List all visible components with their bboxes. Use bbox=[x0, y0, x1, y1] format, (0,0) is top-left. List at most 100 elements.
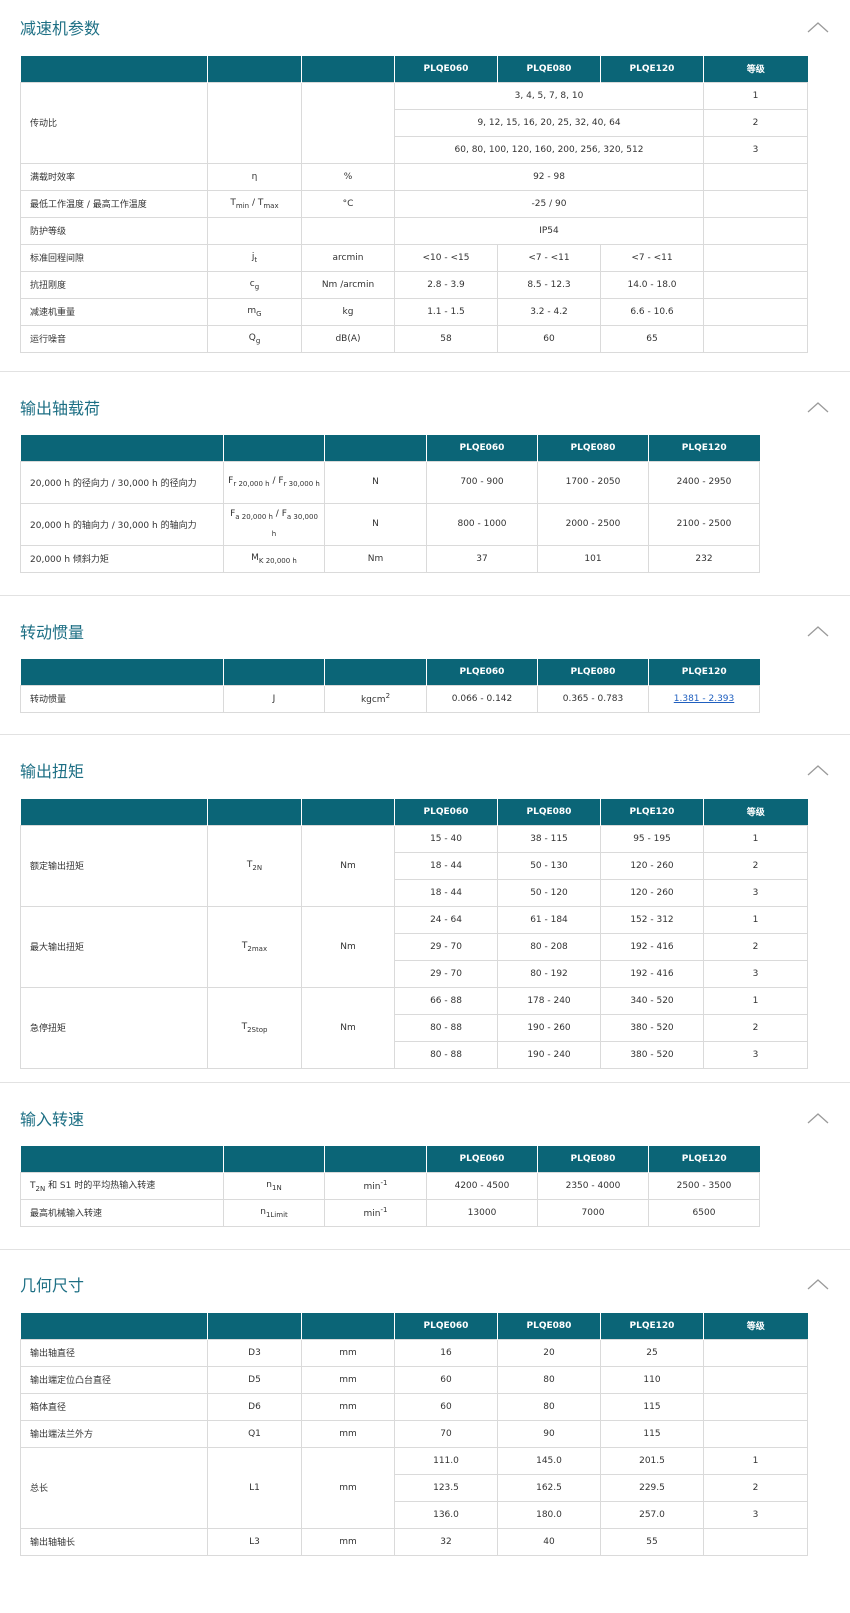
value-cell: 14.0 - 18.0 bbox=[600, 270, 704, 299]
value-cell: 6500 bbox=[648, 1198, 760, 1227]
value-cell: 50 - 130 bbox=[497, 851, 601, 880]
header-plqe060: PLQE060 bbox=[426, 659, 538, 685]
header-cell bbox=[207, 1313, 302, 1339]
header-cell bbox=[301, 799, 395, 825]
table-header-row: PLQE060 PLQE080 PLQE120 bbox=[20, 659, 760, 685]
row-label: 20,000 h 的轴向力 / 30,000 h 的轴向力 bbox=[20, 502, 224, 546]
row-label: 传动比 bbox=[20, 81, 208, 164]
symbol-cell: D5 bbox=[207, 1365, 302, 1394]
table-row: 运行噪音 Qg dB(A) 58 60 65 bbox=[20, 324, 808, 353]
params-table: PLQE060 PLQE080 PLQE120 等级 传动比 3, 4, 5, … bbox=[20, 56, 808, 353]
unit-cell: mm bbox=[301, 1392, 395, 1421]
value-cell: 95 - 195 bbox=[600, 824, 704, 853]
unit-cell: Nm bbox=[301, 986, 395, 1069]
value-cell: 136.0 bbox=[394, 1500, 498, 1529]
value-cell: 13000 bbox=[426, 1198, 538, 1227]
value-cell: 24 - 64 bbox=[394, 905, 498, 934]
section-title: 减速机参数 bbox=[20, 19, 101, 38]
table-header-row: PLQE060 PLQE080 PLQE120 bbox=[20, 435, 760, 461]
header-plqe060: PLQE060 bbox=[394, 1313, 498, 1339]
row-label: T2N 和 S1 时的平均热输入转速 bbox=[20, 1171, 224, 1200]
chevron-up-icon[interactable] bbox=[806, 400, 830, 414]
header-cell bbox=[20, 1313, 208, 1339]
value-cell: 152 - 312 bbox=[600, 905, 704, 934]
symbol-cell: mG bbox=[207, 297, 302, 326]
chevron-up-icon[interactable] bbox=[806, 763, 830, 777]
value-cell: <7 - <11 bbox=[497, 243, 601, 272]
symbol-cell: Tmin / Tmax bbox=[207, 189, 302, 218]
unit-cell: mm bbox=[301, 1338, 395, 1367]
chevron-up-icon[interactable] bbox=[806, 624, 830, 638]
symbol-cell: n1N bbox=[223, 1171, 325, 1200]
value-cell: 0.066 - 0.142 bbox=[426, 684, 538, 713]
row-label: 最大输出扭矩 bbox=[20, 905, 208, 988]
value-cell: 55 bbox=[600, 1527, 704, 1556]
value-cell: 58 bbox=[394, 324, 498, 353]
row-label: 满载时效率 bbox=[20, 162, 208, 191]
value-cell: IP54 bbox=[394, 216, 704, 245]
symbol-cell: T2max bbox=[207, 905, 302, 988]
value-cell: 18 - 44 bbox=[394, 878, 498, 907]
value-cell: 178 - 240 bbox=[497, 986, 601, 1015]
unit-cell: Nm bbox=[301, 824, 395, 907]
value-cell: 340 - 520 bbox=[600, 986, 704, 1015]
grade-cell: 1 bbox=[703, 81, 808, 110]
chevron-up-icon[interactable] bbox=[806, 1277, 830, 1291]
header-grade: 等级 bbox=[703, 1313, 808, 1339]
header-cell bbox=[207, 56, 302, 82]
value-cell: 1700 - 2050 bbox=[537, 460, 649, 504]
table-row: 额定输出扭矩 T2N Nm 15 - 40 38 - 115 95 - 195 … bbox=[20, 824, 808, 907]
grade-cell: 2 bbox=[703, 1013, 808, 1042]
grade-cell bbox=[703, 243, 808, 272]
header-cell bbox=[223, 659, 325, 685]
section-title: 输出扭矩 bbox=[20, 762, 85, 781]
section-title: 几何尺寸 bbox=[20, 1276, 85, 1295]
symbol-cell: cg bbox=[207, 270, 302, 299]
load-table: PLQE060 PLQE080 PLQE120 20,000 h 的径向力 / … bbox=[20, 435, 760, 573]
grade-cell: 1 bbox=[703, 1446, 808, 1475]
table-row: 输出轴直径 D3 mm 16 20 25 bbox=[20, 1338, 808, 1367]
header-cell bbox=[301, 56, 395, 82]
table-row: 急停扭矩 T2Stop Nm 66 - 88 178 - 240 340 - 5… bbox=[20, 986, 808, 1069]
header-cell bbox=[20, 659, 224, 685]
symbol-cell: T2Stop bbox=[207, 986, 302, 1069]
value-cell: 2100 - 2500 bbox=[648, 502, 760, 546]
chevron-up-icon[interactable] bbox=[806, 1111, 830, 1125]
value-cell: 123.5 bbox=[394, 1473, 498, 1502]
unit-cell: Nm bbox=[324, 544, 427, 573]
grade-cell: 3 bbox=[703, 878, 808, 907]
header-plqe120: PLQE120 bbox=[648, 1146, 760, 1172]
value-cell: 380 - 520 bbox=[600, 1013, 704, 1042]
header-grade: 等级 bbox=[703, 799, 808, 825]
symbol-cell: η bbox=[207, 162, 302, 191]
value-cell: 120 - 260 bbox=[600, 878, 704, 907]
value-cell: 80 - 208 bbox=[497, 932, 601, 961]
header-plqe060: PLQE060 bbox=[394, 56, 498, 82]
value-cell: -25 / 90 bbox=[394, 189, 704, 218]
value-cell: 61 - 184 bbox=[497, 905, 601, 934]
row-label: 最低工作温度 / 最高工作温度 bbox=[20, 189, 208, 218]
section-title: 输入转速 bbox=[20, 1110, 85, 1129]
value-cell: 25 bbox=[600, 1338, 704, 1367]
header-cell bbox=[207, 799, 302, 825]
table-row: 满载时效率 η % 92 - 98 bbox=[20, 162, 808, 191]
section-title: 输出轴载荷 bbox=[20, 399, 101, 418]
value-cell: 2400 - 2950 bbox=[648, 460, 760, 504]
value-cell: 80 bbox=[497, 1392, 601, 1421]
value-cell: <10 - <15 bbox=[394, 243, 498, 272]
symbol-cell: L3 bbox=[207, 1527, 302, 1556]
row-label: 抗扭刚度 bbox=[20, 270, 208, 299]
grade-cell bbox=[703, 1527, 808, 1556]
value-cell: 32 bbox=[394, 1527, 498, 1556]
header-cell bbox=[223, 435, 325, 461]
value-link[interactable]: 1.381 - 2.393 bbox=[648, 684, 760, 713]
row-label: 运行噪音 bbox=[20, 324, 208, 353]
row-label: 20,000 h 的径向力 / 30,000 h 的径向力 bbox=[20, 460, 224, 504]
value-cell: 60 bbox=[394, 1392, 498, 1421]
unit-cell: N bbox=[324, 502, 427, 546]
table-row: 转动惯量 J kgcm2 0.066 - 0.142 0.365 - 0.783… bbox=[20, 684, 760, 713]
chevron-up-icon[interactable] bbox=[806, 20, 830, 34]
table-row: 输出轴轴长 L3 mm 32 40 55 bbox=[20, 1527, 808, 1556]
value-cell: 80 - 192 bbox=[497, 959, 601, 988]
value-cell: 229.5 bbox=[600, 1473, 704, 1502]
